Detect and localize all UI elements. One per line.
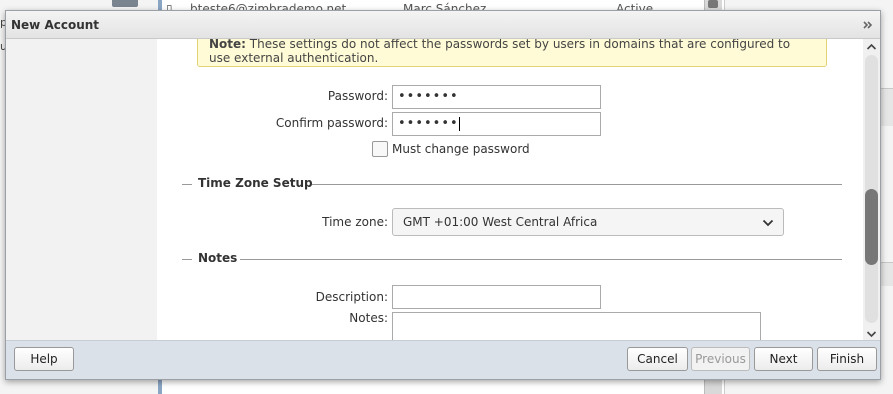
wizard-content: Note: These settings do not affect the p…	[157, 39, 863, 340]
notes-section-title: Notes	[195, 251, 241, 265]
timezone-section-header: Time Zone Setup	[182, 176, 842, 192]
wizard-side-nav	[6, 39, 157, 340]
background-right-strip	[879, 88, 893, 126]
background-right-strip	[879, 262, 893, 286]
help-button[interactable]: Help	[14, 347, 74, 371]
confirm-password-field[interactable]: •••••••	[392, 112, 601, 136]
new-account-dialog: New Account Note: These settings do not …	[5, 10, 881, 380]
note-text: These settings do not affect the passwor…	[209, 39, 791, 65]
text-caret	[458, 116, 460, 131]
chevron-down-icon[interactable]	[866, 328, 877, 338]
dialog-title: New Account	[11, 18, 100, 32]
dialog-header[interactable]: New Account	[6, 11, 880, 39]
previous-button[interactable]: Previous	[691, 347, 750, 371]
must-change-password-checkbox[interactable]	[372, 141, 388, 157]
timezone-select[interactable]: GMT +01:00 West Central Africa	[392, 208, 784, 236]
timezone-section-title: Time Zone Setup	[195, 176, 316, 190]
dialog-body: Note: These settings do not affect the p…	[6, 39, 880, 340]
next-button[interactable]: Next	[754, 347, 813, 371]
timezone-selected-value: GMT +01:00 West Central Africa	[403, 215, 598, 229]
cancel-button[interactable]: Cancel	[627, 347, 688, 371]
background-badge	[112, 0, 138, 7]
notes-section-header: Notes	[182, 251, 842, 267]
description-label: Description:	[315, 290, 388, 304]
description-field[interactable]	[392, 285, 601, 309]
notes-textarea[interactable]	[392, 312, 761, 340]
confirm-password-label: Confirm password:	[275, 116, 388, 130]
section-divider	[312, 184, 842, 185]
password-field[interactable]: •••••••	[392, 85, 601, 109]
chevron-down-icon	[762, 217, 774, 227]
finish-button[interactable]: Finish	[817, 347, 877, 371]
section-divider	[182, 259, 192, 260]
password-note: Note: These settings do not affect the p…	[197, 39, 827, 67]
password-label: Password:	[327, 89, 388, 103]
dialog-scrollbar[interactable]	[863, 39, 880, 340]
timezone-label: Time zone:	[322, 215, 388, 229]
section-divider	[240, 259, 842, 260]
section-divider	[182, 184, 192, 185]
notes-label: Notes:	[349, 311, 388, 325]
scroll-thumb[interactable]	[865, 189, 878, 265]
chevron-up-icon[interactable]	[866, 41, 877, 51]
note-label: Note:	[209, 39, 246, 51]
must-change-password-label[interactable]: Must change password	[392, 142, 530, 156]
dialog-footer: Help Cancel Previous Next Finish	[6, 340, 880, 379]
background-scroll-thumb[interactable]	[708, 0, 718, 8]
double-chevron-right-icon[interactable]	[862, 19, 874, 31]
